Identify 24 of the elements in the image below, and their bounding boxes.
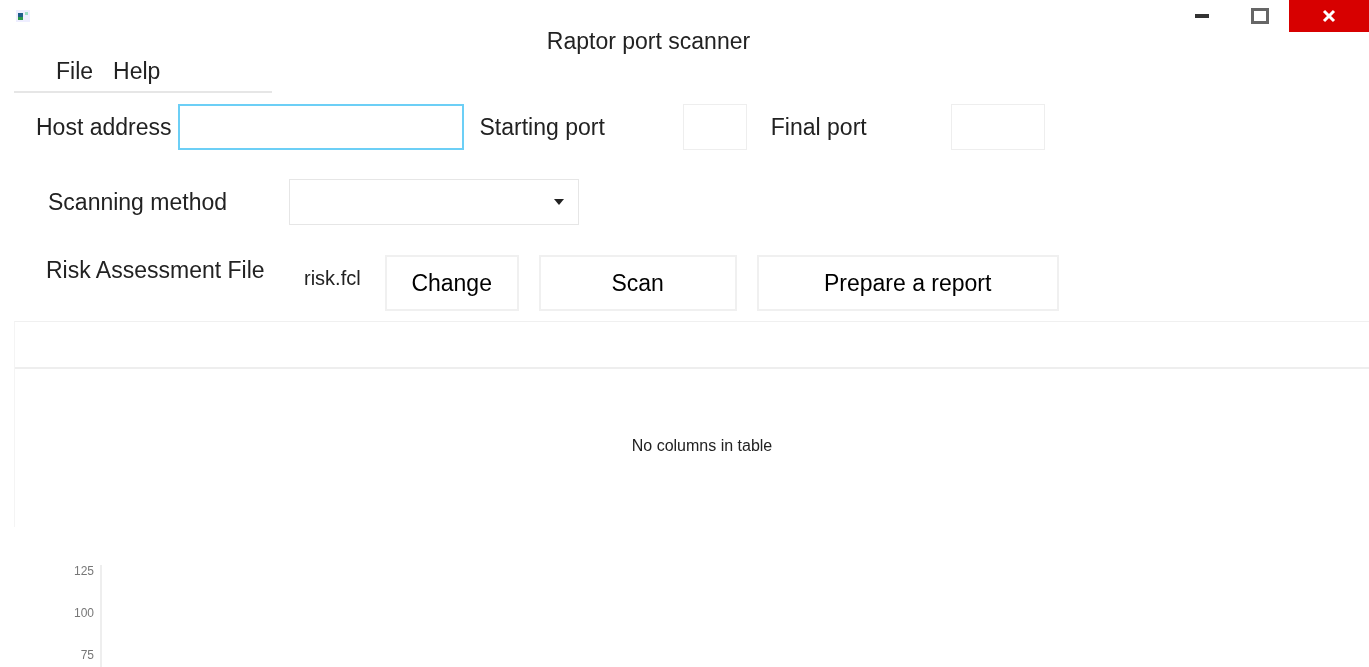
field-label: Host address xyxy=(36,113,172,141)
close-button[interactable] xyxy=(1289,0,1369,32)
axis-tick-label: 125 xyxy=(73,564,94,578)
dropdown[interactable] xyxy=(289,179,579,225)
field-label: Scanning method xyxy=(48,188,227,216)
empty-message: No columns in table xyxy=(630,436,774,455)
action-button[interactable]: Change xyxy=(384,255,519,311)
menu-item[interactable]: File xyxy=(54,58,96,85)
action-button[interactable]: Scan xyxy=(538,255,737,311)
input-field[interactable] xyxy=(177,104,464,150)
window-title: Raptor port scanner xyxy=(545,28,752,55)
caret-icon xyxy=(554,199,564,205)
app-icon xyxy=(16,10,30,22)
file-name: risk.fcl xyxy=(304,267,361,290)
close-icon xyxy=(1321,8,1337,24)
maximize-icon xyxy=(1251,8,1269,24)
minimize-icon xyxy=(1195,14,1209,18)
menu-item[interactable]: Help xyxy=(111,58,163,85)
action-button[interactable]: Prepare a report xyxy=(756,255,1059,311)
field-label: Risk Assessment File xyxy=(46,256,266,285)
axis-tick-label: 75 xyxy=(80,648,94,662)
field-label: Final port xyxy=(770,113,867,141)
field-label: Starting port xyxy=(479,113,605,141)
axis-tick-label: 100 xyxy=(73,606,94,620)
